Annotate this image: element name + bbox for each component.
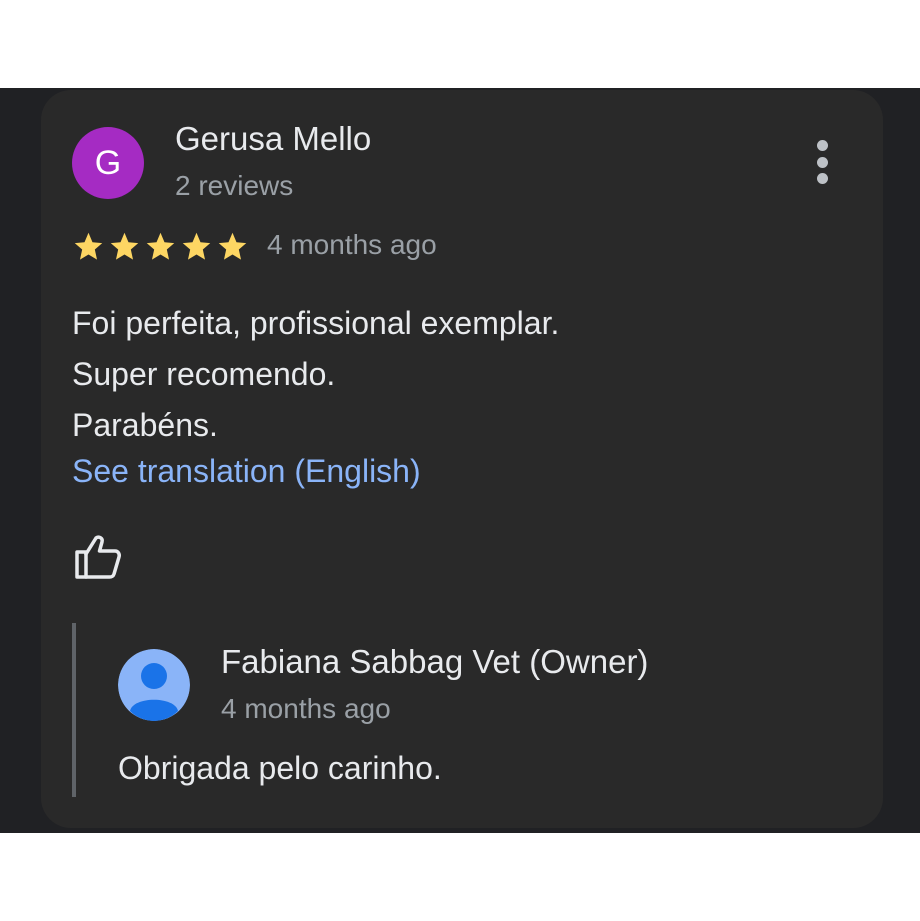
review-text-line: Foi perfeita, profissional exemplar.: [72, 305, 560, 341]
star-icon: [146, 232, 175, 260]
star-rating: [72, 226, 249, 266]
like-button[interactable]: [72, 532, 124, 582]
more-vert-icon: [816, 140, 828, 151]
reply-divider: [72, 623, 76, 797]
review-text-line: Parabéns.: [72, 407, 218, 443]
owner-avatar: [118, 649, 190, 721]
review-text-line: Super recomendo.: [72, 356, 336, 392]
more-options-button[interactable]: [802, 136, 842, 188]
reviewer-avatar[interactable]: G: [72, 127, 144, 199]
reviewer-initial: G: [94, 143, 122, 182]
review-timestamp: 4 months ago: [267, 229, 437, 260]
star-icon: [182, 232, 211, 260]
star-icon: [218, 232, 247, 260]
star-icon: [74, 232, 103, 260]
thumb-up-icon: [75, 535, 121, 579]
reviewer-review-count[interactable]: 2 reviews: [175, 170, 293, 202]
review-card: G Gerusa Mello 2 reviews 4 months ago Fo…: [41, 90, 883, 828]
review-text: Foi perfeita, profissional exemplar. Sup…: [72, 298, 559, 451]
owner-reply-text: Obrigada pelo carinho.: [118, 750, 442, 786]
see-translation-link[interactable]: See translation (English): [72, 451, 421, 491]
owner-name: Fabiana Sabbag Vet (Owner): [221, 643, 649, 680]
person-icon: [118, 649, 190, 721]
star-icon: [110, 232, 139, 260]
reviewer-name[interactable]: Gerusa Mello: [175, 120, 371, 158]
owner-reply-timestamp: 4 months ago: [221, 693, 391, 724]
